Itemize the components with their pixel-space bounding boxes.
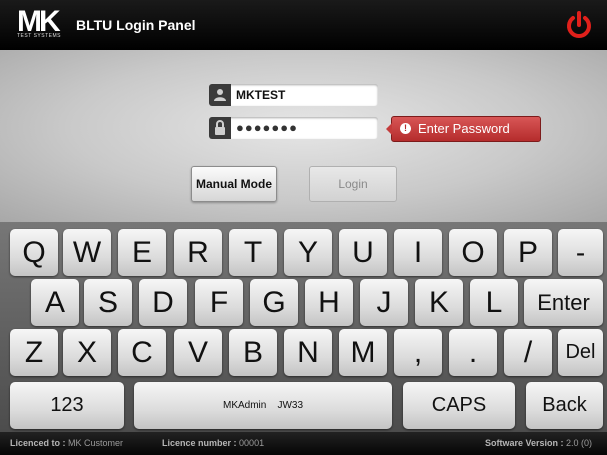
username-field[interactable]: MKTEST — [209, 84, 378, 106]
login-button[interactable]: Login — [309, 166, 397, 202]
power-icon — [567, 11, 591, 38]
key-t[interactable]: T — [229, 229, 277, 276]
key-l[interactable]: L — [470, 279, 518, 326]
caps-key[interactable]: CAPS — [403, 382, 515, 429]
enter-key[interactable]: Enter — [524, 279, 603, 326]
tooltip-arrow — [386, 123, 392, 135]
key-z[interactable]: Z — [10, 329, 58, 376]
licence-info: Licenced to : MK Customer — [10, 438, 123, 448]
username-value: MKTEST — [236, 88, 286, 102]
numbers-key[interactable]: 123 — [10, 382, 124, 429]
licenced-value: MK Customer — [68, 438, 124, 448]
logo-mark: MK — [17, 5, 61, 38]
licence-number-label: Licence number : — [162, 438, 237, 448]
licence-number: Licence number : 00001 — [162, 438, 264, 448]
lock-icon — [209, 117, 231, 139]
key-p[interactable]: P — [504, 229, 552, 276]
power-button[interactable] — [564, 10, 594, 40]
key-a[interactable]: A — [31, 279, 79, 326]
key-q[interactable]: Q — [10, 229, 58, 276]
licence-number-value: 00001 — [239, 438, 265, 448]
key-m[interactable]: M — [339, 329, 387, 376]
login-panel: MKTEST ●●●●●●● ! Enter Password Manual M… — [0, 50, 607, 222]
page-title: BLTU Login Panel — [76, 17, 196, 33]
software-version: Software Version : 2.0 (0) — [485, 438, 592, 448]
software-version-value: 2.0 (0) — [566, 438, 593, 448]
key-c[interactable]: C — [118, 329, 166, 376]
key-w[interactable]: W — [63, 229, 111, 276]
key-u[interactable]: U — [339, 229, 387, 276]
alert-icon: ! — [400, 123, 411, 134]
key-s[interactable]: S — [84, 279, 132, 326]
error-message: Enter Password — [418, 121, 510, 136]
key-period[interactable]: . — [449, 329, 497, 376]
status-bar: Licenced to : MK Customer Licence number… — [0, 432, 607, 455]
key-n[interactable]: N — [284, 329, 332, 376]
key-o[interactable]: O — [449, 229, 497, 276]
software-version-label: Software Version : — [485, 438, 564, 448]
manual-mode-button[interactable]: Manual Mode — [191, 166, 277, 202]
password-value: ●●●●●●● — [236, 120, 298, 135]
key-j[interactable]: J — [360, 279, 408, 326]
on-screen-keyboard: Q W E R T Y U I O P - A S D F G H J K L … — [0, 222, 607, 432]
licenced-label: Licenced to : — [10, 438, 66, 448]
key-x[interactable]: X — [63, 329, 111, 376]
mk-logo: MK TEST SYSTEMS — [17, 5, 69, 41]
key-h[interactable]: H — [305, 279, 353, 326]
key-hyphen[interactable]: - — [558, 229, 603, 276]
key-slash[interactable]: / — [504, 329, 552, 376]
key-d[interactable]: D — [139, 279, 187, 326]
backspace-key[interactable]: Back — [526, 382, 603, 429]
delete-key[interactable]: Del — [558, 329, 603, 376]
user-icon — [209, 84, 231, 106]
key-g[interactable]: G — [250, 279, 298, 326]
logo-subtext: TEST SYSTEMS — [17, 33, 61, 39]
error-tooltip: ! Enter Password — [386, 116, 541, 142]
key-e[interactable]: E — [118, 229, 166, 276]
title-bar: MK TEST SYSTEMS BLTU Login Panel — [0, 0, 607, 50]
key-k[interactable]: K — [415, 279, 463, 326]
key-r[interactable]: R — [174, 229, 222, 276]
space-bar[interactable]: MKAdmin JW33 — [134, 382, 392, 429]
key-f[interactable]: F — [195, 279, 243, 326]
key-i[interactable]: I — [394, 229, 442, 276]
key-v[interactable]: V — [174, 329, 222, 376]
key-b[interactable]: B — [229, 329, 277, 376]
key-comma[interactable]: , — [394, 329, 442, 376]
key-y[interactable]: Y — [284, 229, 332, 276]
password-field[interactable]: ●●●●●●● — [209, 117, 378, 139]
